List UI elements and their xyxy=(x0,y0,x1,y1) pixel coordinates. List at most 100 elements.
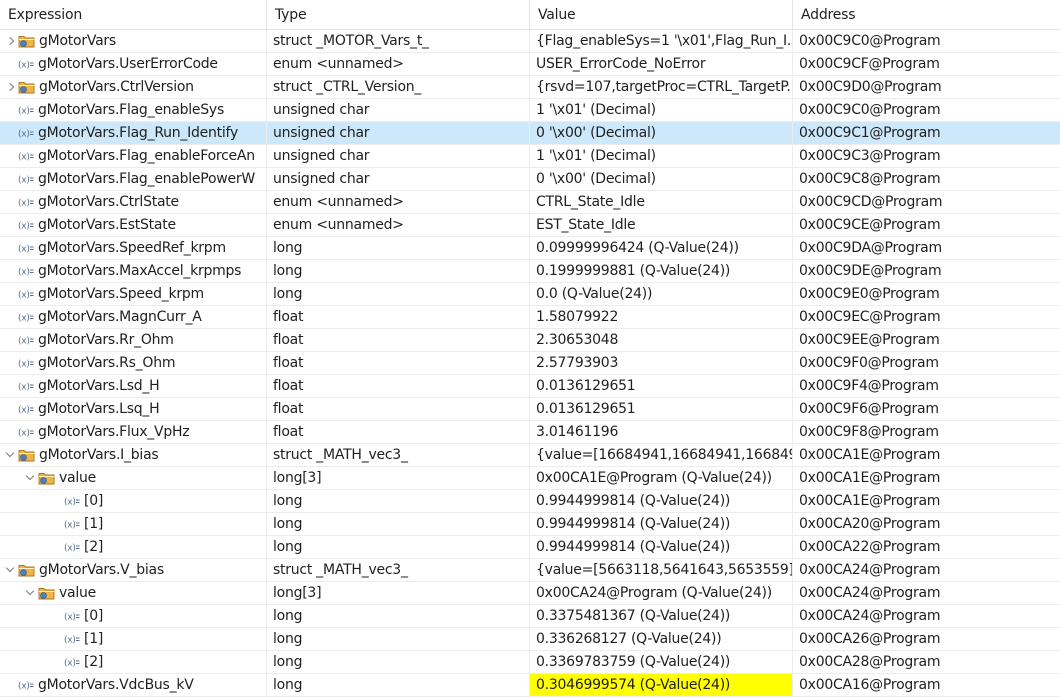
value-cell[interactable]: 0.3375481367 (Q-Value(24)) xyxy=(530,605,793,627)
expression-cell[interactable]: (x) gMotorVars.Lsd_H xyxy=(0,375,267,397)
value-cell[interactable]: {Flag_enableSys=1 '\x01',Flag_Run_I... xyxy=(530,30,793,52)
column-header-address[interactable]: Address xyxy=(793,0,1058,29)
expression-cell[interactable]: gMotorVars.CtrlVersion xyxy=(0,76,267,98)
table-row[interactable]: (x) gMotorVars.VdcBus_kV long 0.3046999574 … xyxy=(0,674,1060,697)
value-cell[interactable]: 1 '\x01' (Decimal) xyxy=(530,145,793,167)
value-cell[interactable]: {value=[16684941,16684941,166849... xyxy=(530,444,793,466)
value-cell[interactable]: 0.3369783759 (Q-Value(24)) xyxy=(530,651,793,673)
table-row[interactable]: value long[3] 0x00CA24@Program (Q-Value(24… xyxy=(0,582,1060,605)
table-row[interactable]: (x) gMotorVars.Lsd_H float 0.0136129651 0x00… xyxy=(0,375,1060,398)
chevron-right-icon[interactable] xyxy=(4,30,18,52)
expression-cell[interactable]: (x) gMotorVars.MaxAccel_krpmps xyxy=(0,260,267,282)
expression-cell[interactable]: (x) [0] xyxy=(0,490,267,512)
table-row[interactable]: (x) gMotorVars.Flag_enableForceAn unsigned… xyxy=(0,145,1060,168)
table-row[interactable]: (x) [1] long 0.9944999814 (Q-Value(24)) 0x00… xyxy=(0,513,1060,536)
table-row[interactable]: (x) gMotorVars.Flag_enableSys unsigned cha… xyxy=(0,99,1060,122)
expression-cell[interactable]: (x) gMotorVars.VdcBus_kV xyxy=(0,674,267,696)
table-row[interactable]: (x) gMotorVars.MaxAccel_krpmps long 0.19999… xyxy=(0,260,1060,283)
table-row[interactable]: gMotorVars.I_bias struct _MATH_vec3_ {valu… xyxy=(0,444,1060,467)
expression-cell[interactable]: (x) gMotorVars.Flag_enableSys xyxy=(0,99,267,121)
value-cell[interactable]: 2.30653048 xyxy=(530,329,793,351)
value-cell[interactable]: 0.336268127 (Q-Value(24)) xyxy=(530,628,793,650)
table-row[interactable]: gMotorVars.CtrlVersion struct _CTRL_Versi… xyxy=(0,76,1060,99)
table-row[interactable]: (x) gMotorVars.Flag_enablePowerW unsigned … xyxy=(0,168,1060,191)
value-cell[interactable]: 0.0 (Q-Value(24)) xyxy=(530,283,793,305)
value-cell[interactable]: 0.0136129651 xyxy=(530,375,793,397)
chevron-down-icon[interactable] xyxy=(24,582,38,604)
value-cell[interactable]: 0.9944999814 (Q-Value(24)) xyxy=(530,536,793,558)
expression-cell[interactable]: (x) [0] xyxy=(0,605,267,627)
table-row[interactable]: (x) [1] long 0.336268127 (Q-Value(24)) 0x00C… xyxy=(0,628,1060,651)
expression-label: gMotorVars xyxy=(39,33,116,49)
value-cell[interactable]: USER_ErrorCode_NoError xyxy=(530,53,793,75)
value-cell[interactable]: 1 '\x01' (Decimal) xyxy=(530,99,793,121)
table-row[interactable]: (x) [0] long 0.9944999814 (Q-Value(24)) 0x00… xyxy=(0,490,1060,513)
expression-cell[interactable]: value xyxy=(0,582,267,604)
value-cell[interactable]: 0.9944999814 (Q-Value(24)) xyxy=(530,490,793,512)
expression-cell[interactable]: (x) gMotorVars.CtrlState xyxy=(0,191,267,213)
expression-cell[interactable]: (x) [1] xyxy=(0,628,267,650)
expression-cell[interactable]: (x) [2] xyxy=(0,536,267,558)
table-row[interactable]: (x) [2] long 0.9944999814 (Q-Value(24)) 0x00… xyxy=(0,536,1060,559)
table-row[interactable]: (x) gMotorVars.Lsq_H float 0.0136129651 0x00… xyxy=(0,398,1060,421)
expression-cell[interactable]: (x) gMotorVars.Lsq_H xyxy=(0,398,267,420)
value-cell[interactable]: 0.0136129651 xyxy=(530,398,793,420)
chevron-right-icon[interactable] xyxy=(4,76,18,98)
column-header-value[interactable]: Value xyxy=(530,0,793,29)
chevron-down-icon[interactable] xyxy=(4,444,18,466)
table-row[interactable]: (x) gMotorVars.EstState enum <unnamed> EST_… xyxy=(0,214,1060,237)
table-row[interactable]: value long[3] 0x00CA1E@Program (Q-Value(24… xyxy=(0,467,1060,490)
expression-cell[interactable]: (x) gMotorVars.Flux_VpHz xyxy=(0,421,267,443)
table-row[interactable]: (x) gMotorVars.Rs_Ohm float 2.57793903 0x00C… xyxy=(0,352,1060,375)
value-cell[interactable]: 0.1999999881 (Q-Value(24)) xyxy=(530,260,793,282)
table-row[interactable]: (x) [0] long 0.3375481367 (Q-Value(24)) 0x00… xyxy=(0,605,1060,628)
table-row[interactable]: (x) gMotorVars.UserErrorCode enum <unnamed… xyxy=(0,53,1060,76)
expression-cell[interactable]: value xyxy=(0,467,267,489)
expression-cell[interactable]: (x) gMotorVars.SpeedRef_krpm xyxy=(0,237,267,259)
value-cell[interactable]: EST_State_Idle xyxy=(530,214,793,236)
value-cell[interactable]: 2.57793903 xyxy=(530,352,793,374)
table-row[interactable]: gMotorVars.V_bias struct _MATH_vec3_ {valu… xyxy=(0,559,1060,582)
value-cell[interactable]: 1.58079922 xyxy=(530,306,793,328)
table-row[interactable]: (x) gMotorVars.CtrlState enum <unnamed> CTR… xyxy=(0,191,1060,214)
column-header-expression[interactable]: Expression xyxy=(0,0,267,29)
column-header-type[interactable]: Type xyxy=(267,0,530,29)
expression-cell[interactable]: (x) gMotorVars.Speed_krpm xyxy=(0,283,267,305)
value-cell[interactable]: 0 '\x00' (Decimal) xyxy=(530,122,793,144)
table-row[interactable]: (x) gMotorVars.SpeedRef_krpm long 0.0999999… xyxy=(0,237,1060,260)
table-row[interactable]: (x) gMotorVars.Flag_Run_Identify unsigned … xyxy=(0,122,1060,145)
table-row[interactable]: (x) gMotorVars.Speed_krpm long 0.0 (Q-Value… xyxy=(0,283,1060,306)
expression-cell[interactable]: (x) gMotorVars.Rr_Ohm xyxy=(0,329,267,351)
expression-cell[interactable]: (x) gMotorVars.EstState xyxy=(0,214,267,236)
address-cell: 0x00C9D0@Program xyxy=(799,79,942,95)
value-cell[interactable]: 0x00CA24@Program (Q-Value(24)) xyxy=(530,582,793,604)
value-cell[interactable]: 0.9944999814 (Q-Value(24)) xyxy=(530,513,793,535)
value-cell[interactable]: 3.01461196 xyxy=(530,421,793,443)
value-cell[interactable]: CTRL_State_Idle xyxy=(530,191,793,213)
chevron-down-icon[interactable] xyxy=(24,467,38,489)
table-row[interactable]: (x) [2] long 0.3369783759 (Q-Value(24)) 0x00… xyxy=(0,651,1060,674)
expression-cell[interactable]: (x) gMotorVars.Rs_Ohm xyxy=(0,352,267,374)
expression-cell[interactable]: (x) gMotorVars.MagnCurr_A xyxy=(0,306,267,328)
address-cell: 0x00CA16@Program xyxy=(799,677,941,693)
value-cell-changed[interactable]: 0.3046999574 (Q-Value(24)) xyxy=(530,674,793,696)
chevron-down-icon[interactable] xyxy=(4,559,18,581)
value-cell[interactable]: {value=[5663118,5641643,5653559]} ... xyxy=(530,559,793,581)
value-cell[interactable]: 0.09999996424 (Q-Value(24)) xyxy=(530,237,793,259)
value-cell[interactable]: {rsvd=107,targetProc=CTRL_TargetP... xyxy=(530,76,793,98)
table-row[interactable]: (x) gMotorVars.MagnCurr_A float 1.58079922 0… xyxy=(0,306,1060,329)
expression-cell[interactable]: (x) gMotorVars.Flag_enableForceAn xyxy=(0,145,267,167)
expression-cell[interactable]: gMotorVars xyxy=(0,30,267,52)
expression-cell[interactable]: (x) [1] xyxy=(0,513,267,535)
expression-cell[interactable]: (x) gMotorVars.Flag_Run_Identify xyxy=(0,122,267,144)
table-row[interactable]: (x) gMotorVars.Rr_Ohm float 2.30653048 0x00C… xyxy=(0,329,1060,352)
expression-cell[interactable]: gMotorVars.I_bias xyxy=(0,444,267,466)
table-row[interactable]: gMotorVars struct _MOTOR_Vars_t_ {Flag_ena… xyxy=(0,30,1060,53)
expression-cell[interactable]: (x) [2] xyxy=(0,651,267,673)
value-cell[interactable]: 0 '\x00' (Decimal) xyxy=(530,168,793,190)
expression-cell[interactable]: (x) gMotorVars.UserErrorCode xyxy=(0,53,267,75)
table-row[interactable]: (x) gMotorVars.Flux_VpHz float 3.01461196 0x… xyxy=(0,421,1060,444)
expression-cell[interactable]: gMotorVars.V_bias xyxy=(0,559,267,581)
value-cell[interactable]: 0x00CA1E@Program (Q-Value(24)) xyxy=(530,467,793,489)
expression-cell[interactable]: (x) gMotorVars.Flag_enablePowerW xyxy=(0,168,267,190)
